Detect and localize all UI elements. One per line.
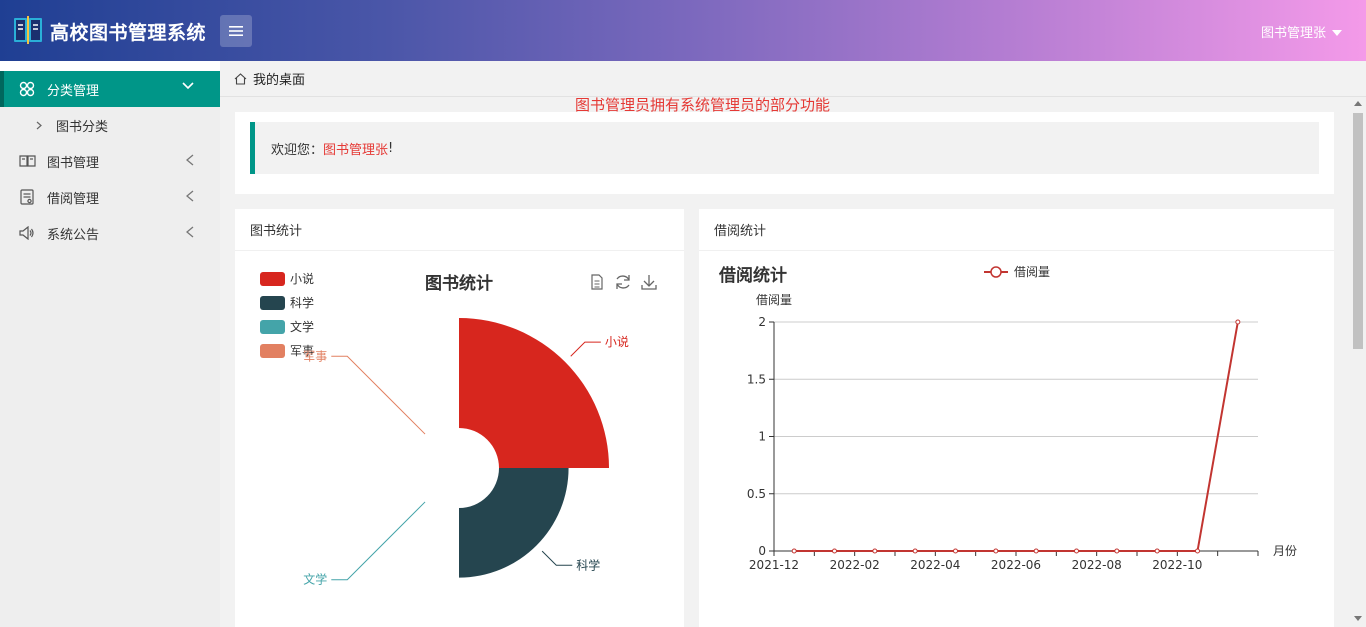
data-point[interactable] <box>1195 548 1200 554</box>
breadcrumb: 我的桌面 <box>220 61 1366 97</box>
x-tick-label: 2022-02 <box>830 558 880 572</box>
scroll-down-arrow-icon[interactable] <box>1354 616 1362 621</box>
y-axis-label: 借阅量 <box>756 293 792 307</box>
chevron-left-icon <box>186 190 194 202</box>
data-point[interactable] <box>791 548 797 554</box>
book-stats-panel: 图书统计 小说 科学 文学 军事 图书统计 小说 科学 文学 军事 <box>235 209 684 627</box>
y-tick-label: 0.5 <box>747 487 766 501</box>
chevron-left-icon <box>186 154 194 166</box>
chart-legend: 小说科学文学军事 <box>260 271 314 358</box>
app-title: 高校图书管理系统 <box>50 22 207 44</box>
chart-grid <box>774 321 1258 495</box>
sidebar-item-borrow[interactable]: 借阅管理 <box>0 179 220 215</box>
legend-label: 科学 <box>290 295 314 310</box>
chevron-right-icon <box>36 121 42 129</box>
book-logo-icon <box>14 16 42 44</box>
slice-label: 文学 <box>303 572 327 587</box>
legend-swatch <box>260 272 285 286</box>
restore-icon[interactable] <box>616 275 630 289</box>
rose-slice[interactable] <box>459 318 609 468</box>
borrow-stats-chart: 借阅统计 借阅量 借阅量 月份 0 0.5 1 1.5 2 2021-12 2022-02 2… <box>718 265 1297 572</box>
scroll-up-arrow-icon[interactable] <box>1354 101 1362 106</box>
slice-label: 军事 <box>303 349 327 363</box>
welcome-panel: 欢迎您： 图书管理张 ! <box>235 112 1334 194</box>
data-point[interactable] <box>1114 548 1120 554</box>
panel-title: 图书统计 <box>235 209 684 251</box>
sidebar-item-label: 借阅管理 <box>47 191 100 207</box>
data-point[interactable] <box>1235 319 1241 325</box>
page-scrollbar[interactable] <box>1350 97 1366 627</box>
x-axis-label: 月份 <box>1273 544 1297 558</box>
slice-label-line <box>541 550 573 566</box>
data-point[interactable] <box>1074 548 1079 554</box>
data-point[interactable] <box>1033 548 1039 554</box>
sidebar-item-label: 图书管理 <box>47 155 100 171</box>
breadcrumb-home-link[interactable]: 我的桌面 <box>253 69 305 88</box>
y-tick-label: 1 <box>758 430 766 444</box>
legend-swatch <box>260 344 285 358</box>
chart-axes: 0 0.5 1 1.5 2 2021-12 2022-02 2022-04 2022-06 202… <box>747 315 1259 572</box>
sidebar: 分类管理 图书分类 图书管理 借阅管理 系统公告 <box>0 61 220 627</box>
x-tick-label: 2021-12 <box>749 558 799 572</box>
home-icon <box>234 72 247 85</box>
chevron-down-icon <box>182 82 194 90</box>
slice-label-line <box>331 501 426 581</box>
legend-swatch <box>260 296 285 310</box>
data-point[interactable] <box>832 548 837 554</box>
legend-label: 借阅量 <box>1014 265 1050 279</box>
chart-legend: 借阅量 <box>984 265 1050 279</box>
legend-label: 小说 <box>290 271 314 286</box>
slice-label-line <box>570 341 601 357</box>
legend-swatch <box>260 320 285 334</box>
speaker-icon <box>18 224 36 242</box>
hamburger-icon <box>229 26 243 36</box>
data-point[interactable] <box>1154 548 1160 554</box>
menu-toggle-button[interactable] <box>220 15 252 47</box>
welcome-suffix: ! <box>388 140 394 156</box>
user-menu[interactable]: 图书管理张 <box>1261 22 1342 41</box>
chart-title: 图书统计 <box>425 273 493 294</box>
sidebar-item-category[interactable]: 分类管理 <box>0 71 220 107</box>
welcome-user-name: 图书管理张 <box>323 142 389 158</box>
top-header: 高校图书管理系统 图书管理张 <box>0 0 1366 61</box>
legend-marker <box>990 266 1002 278</box>
y-tick-label: 1.5 <box>747 372 766 386</box>
book-stats-chart: 小说科学文学军事 图书统计 小说科学文学军事 <box>260 271 657 587</box>
legend-label: 文学 <box>290 319 314 334</box>
welcome-message: 欢迎您： 图书管理张 ! <box>250 122 1319 174</box>
welcome-prefix: 欢迎您： <box>271 142 324 158</box>
x-tick-label: 2022-04 <box>910 558 960 572</box>
panel-title: 借阅统计 <box>699 209 1334 251</box>
data-point[interactable] <box>872 548 878 554</box>
x-tick-label: 2022-10 <box>1152 558 1202 572</box>
save-image-icon[interactable] <box>641 275 657 290</box>
data-point[interactable] <box>993 548 999 554</box>
rose-slices: 小说科学文学 军事 <box>303 318 629 587</box>
chart-title: 借阅统计 <box>718 265 787 286</box>
sidebar-item-label: 分类管理 <box>47 83 100 99</box>
clover-icon <box>18 80 36 98</box>
chevron-left-icon <box>186 226 194 238</box>
slice-label: 小说 <box>605 334 629 349</box>
borrow-stats-panel: 借阅统计 借阅统计 借阅量 借阅量 月份 0 0.5 1 1.5 2 2021-12 202… <box>699 209 1334 627</box>
x-tick-label: 2022-06 <box>991 558 1041 572</box>
y-tick-label: 0 <box>758 544 766 558</box>
caret-down-icon <box>1332 29 1342 36</box>
slice-label-line <box>331 355 426 435</box>
y-tick-label: 2 <box>758 315 766 329</box>
borrow-record-icon <box>18 188 36 206</box>
book-open-icon <box>18 152 36 170</box>
sidebar-item-announcement[interactable]: 系统公告 <box>0 215 220 251</box>
data-point[interactable] <box>912 548 918 554</box>
sidebar-subitem-book-category[interactable]: 图书分类 <box>0 107 220 143</box>
data-point[interactable] <box>953 548 958 554</box>
data-view-icon[interactable] <box>591 274 603 290</box>
sidebar-item-label: 系统公告 <box>47 227 100 243</box>
user-name: 图书管理张 <box>1260 26 1326 41</box>
x-tick-label: 2022-08 <box>1072 558 1122 572</box>
slice-label: 科学 <box>576 557 600 572</box>
sidebar-item-books[interactable]: 图书管理 <box>0 143 220 179</box>
sidebar-subitem-label: 图书分类 <box>56 119 109 135</box>
scroll-thumb[interactable] <box>1353 113 1363 349</box>
